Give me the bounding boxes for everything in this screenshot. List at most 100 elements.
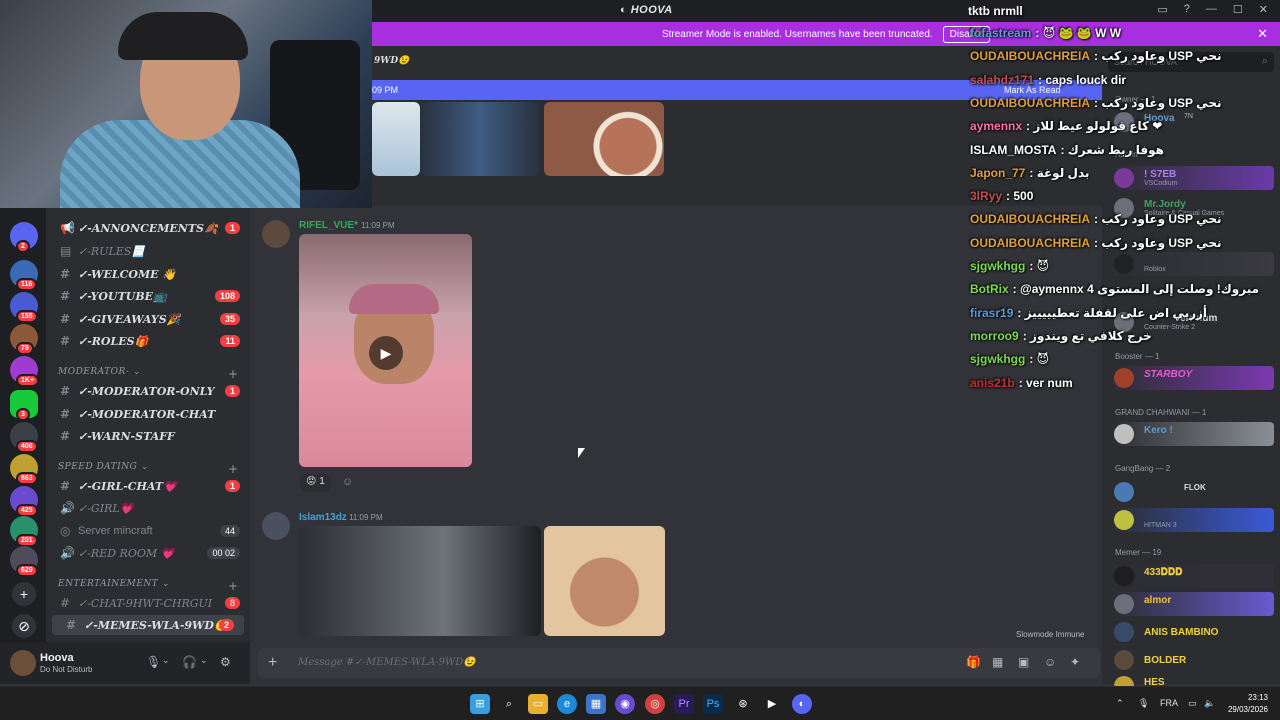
tray-chevron-icon[interactable]: ⌃	[1116, 698, 1124, 709]
message-image[interactable]	[544, 526, 665, 636]
message-input[interactable]: Message #✓-MEMES-WLA-9WD😉	[298, 657, 476, 668]
member-item[interactable]: HES	[1112, 674, 1274, 686]
member-item[interactable]: almor	[1112, 592, 1274, 616]
category-entertainment[interactable]: ENTERTAINEMENT ⌄ +	[58, 579, 238, 593]
mark-as-read-button[interactable]: Mark As Read	[1004, 85, 1061, 95]
volume-icon[interactable]: 🔈	[1204, 698, 1215, 709]
mic-tray-icon[interactable]: 🎙	[1138, 698, 1149, 709]
play-icon[interactable]: ▶	[369, 336, 403, 370]
reaction-chip[interactable]: 😡 1	[300, 474, 331, 492]
member-item[interactable]: ANIS BAMBINO	[1112, 620, 1274, 644]
gear-icon[interactable]: ⚙	[220, 655, 231, 669]
message-image[interactable]	[299, 526, 541, 636]
server-icon[interactable]: 1K+	[10, 356, 40, 387]
voice-channel-minecraft[interactable]: ◎ Server mincraft 44	[46, 521, 250, 541]
upload-plus-icon[interactable]: +	[268, 654, 277, 672]
channel-announcements[interactable]: 📢 ✓-ANNONCEMENTS🍂 1	[46, 218, 250, 238]
discover-icon[interactable]: ⊘	[12, 614, 36, 638]
sticker-icon[interactable]: ▣	[1018, 655, 1029, 669]
add-channel-icon[interactable]: +	[228, 462, 239, 476]
voice-channel-girl[interactable]: 🔊 ✓-GIRL💗	[46, 498, 250, 518]
server-icon[interactable]: 425	[10, 486, 38, 517]
channel-moderator-chat[interactable]: # ✓-MODERATOR-CHAT	[46, 404, 250, 424]
add-reaction-icon[interactable]: ☺	[342, 476, 353, 488]
clock[interactable]: 23:13 29/03/2026	[1228, 692, 1268, 716]
server-icon[interactable]: 79	[10, 324, 38, 355]
member-item[interactable]: 433𝐃𝐃𝐃	[1112, 564, 1274, 588]
member-item[interactable]: ! S7EB VSCodium	[1112, 166, 1274, 190]
inbox-icon[interactable]: ▭	[1157, 3, 1167, 16]
discord-home-icon[interactable]: 2	[10, 222, 38, 253]
language-indicator[interactable]: FRA	[1160, 698, 1178, 708]
media-player-icon[interactable]: ▶	[762, 694, 782, 714]
add-server-icon[interactable]: +	[12, 582, 36, 606]
channel-giveaways[interactable]: # ✓-GIVEAWAYS🎉 35	[46, 309, 250, 329]
search-icon[interactable]: ⌕	[499, 694, 519, 714]
member-item[interactable]: Hoova 7N	[1112, 110, 1274, 134]
server-icon[interactable]: 629	[10, 546, 38, 577]
member-item[interactable]: HITMAN 3	[1112, 508, 1274, 532]
channel-roles[interactable]: # ✓-ROLES🎁 11	[46, 331, 250, 351]
video-attachment[interactable]: ▶	[299, 234, 472, 467]
microphone-icon[interactable]: 🎙	[146, 655, 161, 669]
member-item[interactable]: Mr.Jordy Solitaire & Casual Games	[1112, 196, 1274, 220]
chrome-icon[interactable]: ◎	[645, 694, 665, 714]
category-speed-dating[interactable]: SPEED DATING ⌄ +	[58, 462, 238, 476]
gift-icon[interactable]: 🎁	[966, 655, 981, 669]
help-icon[interactable]: ?	[1184, 3, 1190, 16]
message-composer[interactable]: + Message #✓-MEMES-WLA-9WD😉 🎁 ▦ ▣ ☺ ✦	[258, 648, 1100, 678]
channel-youtube[interactable]: # ✓-YOUTUBE📺 108	[46, 286, 250, 306]
member-item[interactable]: Verr num Counter-Strike 2	[1112, 310, 1274, 334]
message-image[interactable]	[544, 102, 664, 176]
discord-icon[interactable]: ◐	[792, 694, 812, 714]
avatar[interactable]	[262, 220, 290, 248]
voice-channel-red-room[interactable]: 🔊 ✓-RED ROOM 💗 00 02	[46, 543, 250, 563]
member-item[interactable]: STARBOY	[1112, 366, 1274, 390]
file-explorer-icon[interactable]: ▭	[528, 694, 548, 714]
add-channel-icon[interactable]: +	[228, 367, 239, 381]
channel-chat-9hwt[interactable]: # ✓-CHAT-9HWT-CHRGUI 8	[46, 593, 250, 613]
close-window-icon[interactable]: ✕	[1259, 3, 1268, 16]
chevron-down-icon[interactable]: ⌄	[200, 655, 208, 666]
network-icon[interactable]: ▭	[1188, 698, 1197, 709]
windows-start-icon[interactable]: ⊞	[470, 694, 490, 714]
channel-memes-selected[interactable]: # ✓-MEMES-WLA-9WD😉 2	[52, 615, 244, 635]
chevron-down-icon[interactable]: ⌄	[162, 655, 170, 666]
server-icon[interactable]: 116	[10, 260, 38, 291]
server-icon[interactable]: 406	[10, 422, 38, 453]
gif-icon[interactable]: ▦	[992, 655, 1003, 669]
message-image[interactable]	[372, 102, 420, 176]
minimize-icon[interactable]: —	[1206, 3, 1217, 16]
channel-warn-staff[interactable]: # ✓-WARN-STAFF	[46, 426, 250, 446]
member-item[interactable]: FLOK	[1112, 480, 1274, 504]
search-input[interactable]: Search HOOVA ⌕	[1108, 52, 1274, 72]
channel-rules[interactable]: ▤ ✓-RULES📃	[46, 241, 250, 261]
photoshop-icon[interactable]: Ps	[703, 694, 723, 714]
premiere-icon[interactable]: Pr	[674, 694, 694, 714]
server-icon[interactable]: 3	[10, 390, 38, 421]
maximize-icon[interactable]: ☐	[1233, 3, 1243, 16]
channel-welcome[interactable]: # ✓-WELCOME 👋	[46, 264, 250, 284]
message-image[interactable]	[420, 102, 540, 176]
twitch-icon[interactable]: ◉	[615, 694, 635, 714]
close-icon[interactable]: ✕	[1257, 26, 1268, 42]
member-item[interactable]: BOLDER	[1112, 648, 1274, 672]
server-icon[interactable]: 155	[10, 292, 38, 323]
edge-icon[interactable]: e	[557, 694, 577, 714]
app-icon[interactable]: ⊛	[733, 694, 753, 714]
apps-icon[interactable]: ✦	[1070, 655, 1080, 669]
store-icon[interactable]: ▦	[586, 694, 606, 714]
avatar[interactable]	[262, 512, 290, 540]
server-icon[interactable]: 201	[10, 516, 38, 547]
server-icon[interactable]: 863	[10, 454, 38, 485]
emoji-icon[interactable]: ☺	[1044, 655, 1056, 669]
message-author[interactable]: Islam13dz	[299, 512, 347, 523]
disable-button[interactable]: Disable	[942, 25, 991, 43]
avatar[interactable]	[10, 650, 36, 676]
channel-moderator-only[interactable]: # ✓-MODERATOR-ONLY 1	[46, 381, 250, 401]
category-moderator[interactable]: MODERATOR- ⌄ +	[58, 367, 238, 381]
add-channel-icon[interactable]: +	[228, 579, 239, 593]
message-author[interactable]: RIFEL_VUE*	[299, 220, 358, 231]
channel-girl-chat[interactable]: # ✓-GIRL-CHAT💗 1	[46, 476, 250, 496]
member-item[interactable]: Roblox	[1112, 252, 1274, 276]
